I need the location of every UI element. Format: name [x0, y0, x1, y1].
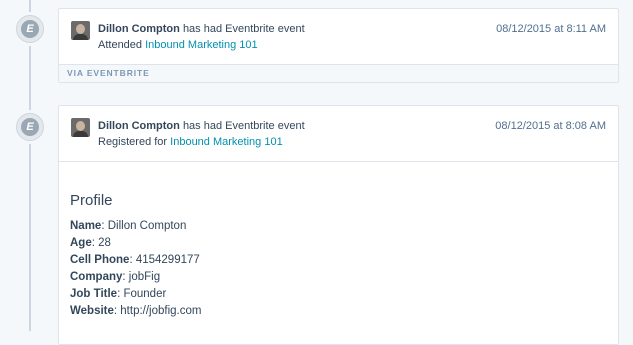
profile-section: Profile Name: Dillon Compton Age: 28 Cel… [59, 161, 618, 320]
field-value: http://jobfig.com [120, 305, 202, 317]
field-label: Job Title [70, 288, 118, 300]
event-link[interactable]: Inbound Marketing 101 [170, 136, 283, 148]
field-value: Founder [123, 288, 167, 300]
field-value: Dillon Compton [107, 220, 187, 232]
profile-field-website: Website: http://jobfig.com [70, 305, 202, 317]
actor-name[interactable]: Dillon Compton [98, 23, 180, 35]
event-action: has had Eventbrite event [182, 120, 305, 132]
field-value: 28 [98, 237, 111, 249]
eventbrite-letter: E [21, 20, 39, 38]
profile-field-age: Age: 28 [70, 237, 111, 249]
eventbrite-icon: E [16, 15, 44, 43]
event-header: Dillon Compton has had Eventbrite event … [59, 9, 618, 64]
event-detail-prefix: Attended [98, 39, 143, 51]
timeline-event-card: Dillon Compton has had Eventbrite event … [58, 8, 619, 83]
field-label: Website [70, 305, 114, 317]
avatar[interactable] [71, 21, 90, 40]
event-detail-prefix: Registered for [98, 136, 168, 148]
profile-field-company: Company: jobFig [70, 271, 161, 283]
event-timestamp: 08/12/2015 at 8:11 AM [496, 23, 606, 35]
field-label: Name [70, 220, 102, 232]
avatar[interactable] [71, 118, 90, 137]
actor-name[interactable]: Dillon Compton [98, 120, 180, 132]
event-timestamp: 08/12/2015 at 8:08 AM [495, 120, 606, 132]
timeline-event-card: Dillon Compton has had Eventbrite event … [58, 105, 619, 345]
profile-field-name: Name: Dillon Compton [70, 220, 187, 232]
field-value: jobFig [128, 271, 161, 283]
field-label: Company [70, 271, 123, 283]
event-source-label: VIA EVENTBRITE [59, 64, 618, 82]
event-detail: Registered for Inbound Marketing 101 [98, 136, 283, 148]
field-value: 4154299177 [135, 254, 200, 266]
timeline-line [29, 0, 31, 331]
profile-field-cell-phone: Cell Phone: 4154299177 [70, 254, 200, 266]
profile-title: Profile [70, 192, 113, 209]
event-action: has had Eventbrite event [182, 23, 305, 35]
event-summary: Dillon Compton has had Eventbrite event [98, 23, 305, 35]
profile-field-job-title: Job Title: Founder [70, 288, 167, 300]
field-label: Age [70, 237, 92, 249]
event-header: Dillon Compton has had Eventbrite event … [59, 106, 618, 161]
event-link[interactable]: Inbound Marketing 101 [145, 39, 258, 51]
event-detail: Attended Inbound Marketing 101 [98, 39, 258, 51]
eventbrite-icon: E [16, 113, 44, 141]
event-summary: Dillon Compton has had Eventbrite event [98, 120, 305, 132]
field-label: Cell Phone [70, 254, 130, 266]
eventbrite-letter: E [21, 118, 39, 136]
